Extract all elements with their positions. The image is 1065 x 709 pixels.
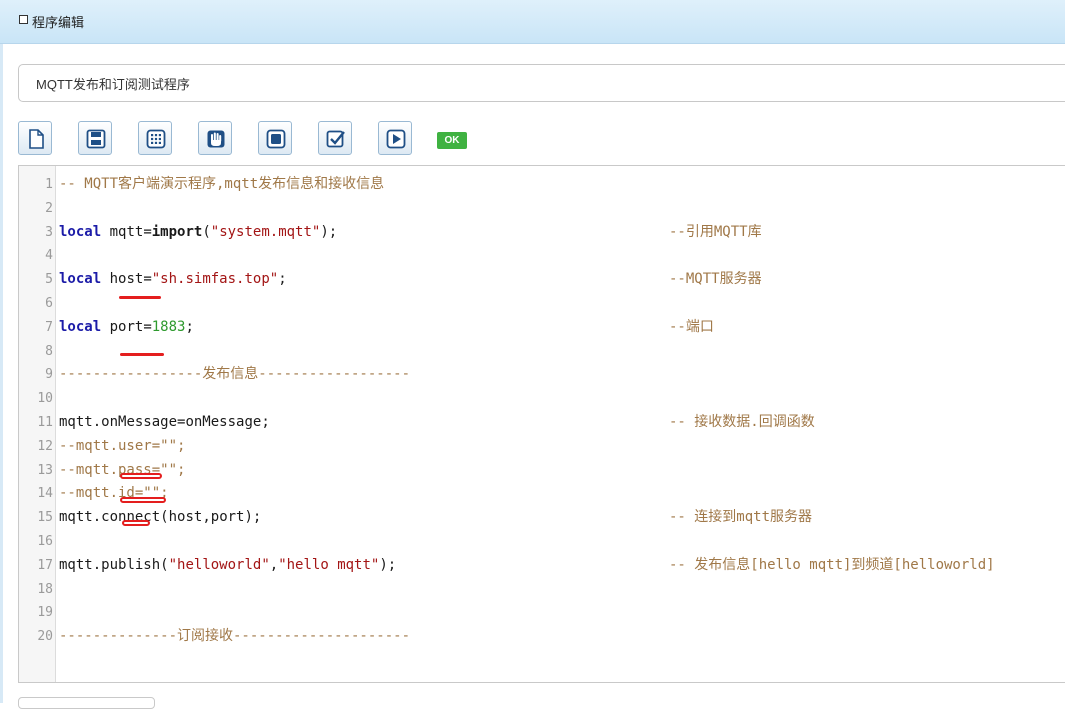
line-number: 15 <box>37 510 53 526</box>
code-line: 4 <box>19 244 1065 267</box>
line-code: mqtt.onMessage=onMessage; <box>59 414 270 430</box>
check-icon <box>326 130 345 148</box>
code-line: 18 <box>19 578 1065 601</box>
line-code: local port=1883; <box>59 318 194 335</box>
save-button[interactable] <box>78 121 112 155</box>
annotation-underline-port <box>120 353 164 356</box>
code-line: 16 <box>19 530 1065 553</box>
annotation-underline-pass <box>120 497 166 503</box>
code-line: 17 mqtt.publish("helloworld","hello mqtt"… <box>19 554 1065 577</box>
line-number: 2 <box>45 200 53 216</box>
line-number: 17 <box>37 557 53 573</box>
panel-checkbox-icon <box>19 15 28 24</box>
code-line: 8 <box>19 340 1065 363</box>
annotation-underline-host <box>119 296 161 299</box>
code-line: 10 <box>19 387 1065 410</box>
code-line: 14 --mqtt.id=""; <box>19 482 1065 505</box>
code-line: 1 -- MQTT客户端演示程序,mqtt发布信息和接收信息 <box>19 173 1065 196</box>
code-line: 3 local mqtt=import("system.mqtt"); --引用MQ… <box>19 221 1065 244</box>
annotation-underline-user <box>120 473 162 479</box>
panel-title: 程序编辑 <box>32 15 85 30</box>
line-number: 14 <box>37 486 53 502</box>
play-icon <box>386 129 406 149</box>
left-border <box>0 44 3 703</box>
check-button[interactable] <box>318 121 352 155</box>
status-badge: OK <box>437 132 467 149</box>
panel-header: 程序编辑 <box>0 0 1065 44</box>
run-button[interactable] <box>378 121 412 155</box>
code-line: 19 <box>19 601 1065 624</box>
code-line: 15 mqtt.connect(host,port); -- 连接到mqtt服务器 <box>19 506 1065 529</box>
line-number: 10 <box>37 391 53 407</box>
line-comment: -- 发布信息[hello mqtt]到频道[helloworld] <box>669 556 995 573</box>
stop-icon <box>266 129 286 149</box>
line-number: 16 <box>37 534 53 549</box>
new-file-button[interactable] <box>18 121 52 155</box>
line-number: 12 <box>37 438 53 454</box>
stop-button[interactable] <box>258 121 292 155</box>
code-line: 5 local host="sh.simfas.top"; --MQTT服务器 <box>19 268 1065 291</box>
line-number: 4 <box>45 248 53 264</box>
hand-icon <box>207 130 225 148</box>
line-number: 8 <box>45 343 53 359</box>
line-code: --mqtt.user=""; <box>59 437 186 454</box>
annotation-underline-id <box>122 520 150 526</box>
hand-button[interactable] <box>198 121 232 155</box>
save-icon <box>86 129 106 149</box>
code-line: 13 --mqtt.pass=""; <box>19 459 1065 482</box>
line-number: 19 <box>37 605 53 621</box>
line-code: -- MQTT客户端演示程序,mqtt发布信息和接收信息 <box>59 176 385 192</box>
line-number: 7 <box>45 319 53 335</box>
line-number: 5 <box>45 272 53 288</box>
code-editor[interactable]: 1 -- MQTT客户端演示程序,mqtt发布信息和接收信息 2 3 local mqt… <box>18 165 1065 683</box>
code-line: 20 --------------订阅接收--------------------… <box>19 625 1065 648</box>
line-number: 13 <box>37 462 53 478</box>
line-number: 6 <box>45 296 53 311</box>
line-number: 11 <box>37 415 53 430</box>
line-code: mqtt.publish("helloworld","hello mqtt"); <box>59 556 397 573</box>
line-code: -----------------发布信息------------------ <box>59 366 411 383</box>
program-title-input[interactable] <box>18 64 1065 102</box>
code-line: 7 local port=1883; --端口 <box>19 316 1065 339</box>
line-code: --------------订阅接收--------------------- <box>59 628 411 645</box>
line-comment: --MQTT服务器 <box>669 271 762 288</box>
line-comment: -- 连接到mqtt服务器 <box>669 509 813 526</box>
code-line: 6 <box>19 292 1065 315</box>
line-code: local mqtt=import("system.mqtt"); <box>59 223 338 240</box>
line-comment: --端口 <box>669 318 714 335</box>
code-line: 12 --mqtt.user=""; <box>19 435 1065 458</box>
line-code: mqtt.connect(host,port); <box>59 509 262 526</box>
line-comment: --引用MQTT库 <box>669 223 762 240</box>
line-number: 18 <box>37 581 53 597</box>
keypad-icon <box>146 129 166 149</box>
code-line: 11 mqtt.onMessage=onMessage; -- 接收数据.回调函数 <box>19 411 1065 434</box>
line-number: 9 <box>45 367 53 383</box>
line-number: 1 <box>45 177 53 192</box>
line-comment: -- 接收数据.回调函数 <box>669 414 815 430</box>
code-line: 9 -----------------发布信息------------------ <box>19 363 1065 386</box>
line-number: 20 <box>37 629 53 645</box>
new-file-icon <box>29 129 44 149</box>
line-code: local host="sh.simfas.top"; <box>59 271 287 288</box>
keypad-button[interactable] <box>138 121 172 155</box>
code-line: 2 <box>19 197 1065 220</box>
bottom-button[interactable] <box>18 697 155 709</box>
line-number: 3 <box>45 224 53 240</box>
